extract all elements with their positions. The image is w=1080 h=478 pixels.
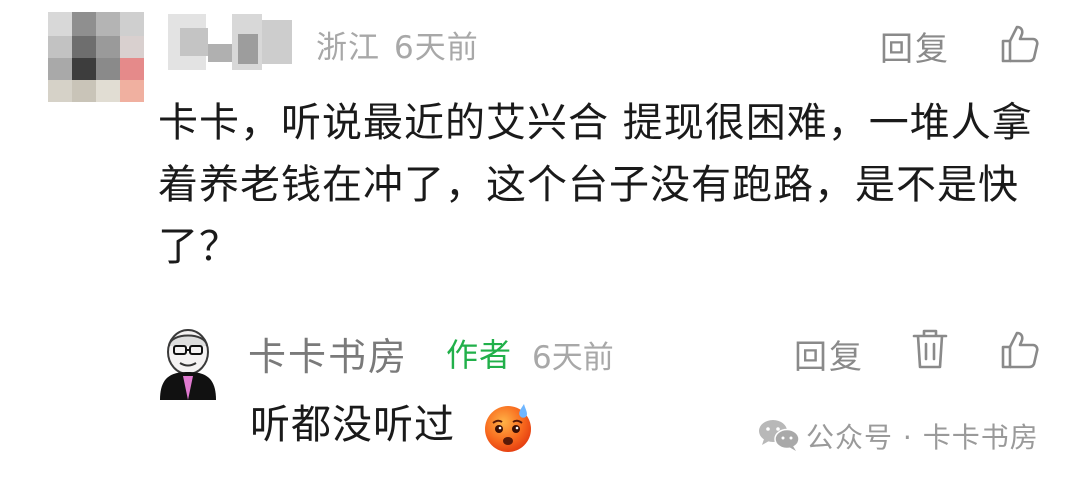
sweat-face-emoji: [482, 400, 536, 454]
reply-button[interactable]: 回复: [880, 22, 950, 70]
author-badge: 作者: [446, 336, 513, 374]
comment-time: 6天前: [394, 30, 479, 66]
reply-time: 6天前: [532, 340, 614, 376]
watermark-text: 公众号 · 卡卡书房: [806, 421, 1039, 454]
comment-meta: 浙江 6天前: [316, 22, 479, 67]
commenter-name-obscured[interactable]: [168, 14, 292, 70]
author-name[interactable]: 卡卡书房: [248, 326, 408, 381]
author-avatar[interactable]: [156, 326, 220, 400]
reply-button[interactable]: 回复: [794, 330, 864, 378]
reply-text: 听都没听过: [250, 402, 455, 448]
commenter-avatar[interactable]: [48, 12, 144, 102]
comment-location: 浙江: [316, 30, 380, 66]
wechat-icon: [758, 418, 800, 452]
comment-text: 卡卡，听说最近的艾兴合 提现很困难，一堆人拿着养老钱在冲了，这个台子没有跑路，是…: [158, 100, 1033, 270]
thumbs-up-icon[interactable]: [1000, 330, 1040, 370]
thumbs-up-icon[interactable]: [1000, 24, 1040, 64]
trash-icon[interactable]: [912, 328, 948, 370]
